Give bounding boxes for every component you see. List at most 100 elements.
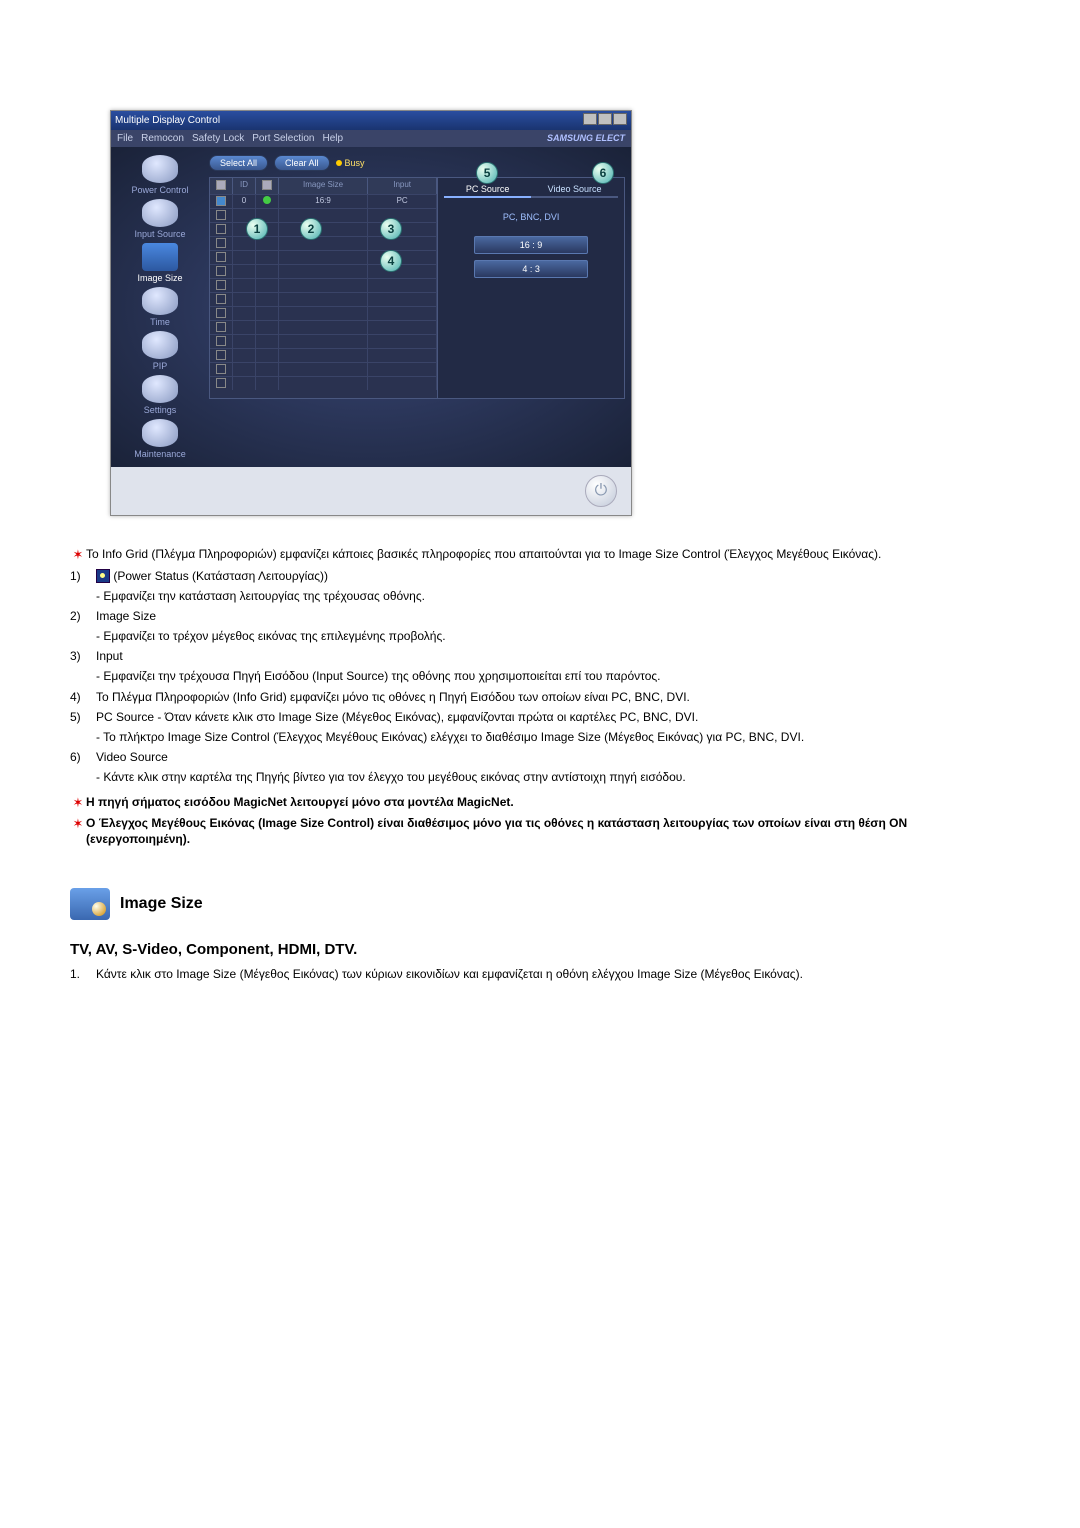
sidebar-item-power-control[interactable]: Power Control [115, 155, 205, 195]
menu-port-selection[interactable]: Port Selection [252, 133, 314, 144]
power-icon [142, 155, 178, 183]
subsection-title: TV, AV, S-Video, Component, HDMI, DTV. [70, 940, 1010, 960]
callout-marker-1: 1 [246, 218, 268, 240]
item-2-title: Image Size [96, 608, 1010, 624]
step-1-text: Κάντε κλικ στο Image Size (Μέγεθος Εικόν… [96, 966, 1010, 982]
callout-marker-6: 6 [592, 162, 614, 184]
image-size-section-icon [70, 888, 110, 920]
table-row [210, 264, 437, 278]
table-row [210, 278, 437, 292]
table-row [210, 250, 437, 264]
table-row [210, 208, 437, 222]
sidebar-item-maintenance[interactable]: Maintenance [115, 419, 205, 459]
window-controls[interactable] [582, 113, 627, 128]
settings-icon [142, 375, 178, 403]
item-6-num: 6) [70, 749, 96, 765]
brand-label: SAMSUNG ELECT [547, 133, 625, 144]
doc-body: ✶ Το Info Grid (Πλέγμα Πληροφοριών) εμφα… [70, 546, 1010, 982]
header-checkbox-icon[interactable] [216, 180, 226, 190]
window-title: Multiple Display Control [115, 115, 220, 126]
app-window: Multiple Display Control File Remocon Sa… [110, 110, 632, 516]
header-input: Input [368, 178, 437, 194]
item-3-title: Input [96, 648, 1010, 664]
clear-all-button[interactable]: Clear All [274, 155, 330, 171]
item-5-sub: - Το πλήκτρο Image Size Control (Έλεγχος… [96, 729, 1010, 745]
grid-right: PC Source Video Source PC, BNC, DVI 16 :… [437, 178, 624, 398]
callout-marker-3: 3 [380, 218, 402, 240]
star-icon: ✶ [73, 816, 84, 831]
image-size-icon [142, 243, 178, 271]
info-grid: ID Image Size Input 0 16:9 PC [209, 177, 625, 399]
menu-safety-lock[interactable]: Safety Lock [192, 133, 244, 144]
header-id: ID [233, 178, 256, 194]
busy-indicator: Busy [336, 158, 365, 168]
table-row [210, 362, 437, 376]
power-button-icon[interactable]: ⏻ [585, 475, 617, 507]
option-16-9[interactable]: 16 : 9 [474, 236, 588, 254]
section-title: Image Size [120, 893, 203, 915]
table-row [210, 376, 437, 390]
sidebar-item-settings[interactable]: Settings [115, 375, 205, 415]
sidebar-item-time[interactable]: Time [115, 287, 205, 327]
row-id: 0 [233, 194, 256, 208]
title-bar: Multiple Display Control [111, 111, 631, 130]
pip-icon [142, 331, 178, 359]
grid-left: ID Image Size Input 0 16:9 PC [210, 178, 437, 398]
section-head-image-size: Image Size [70, 888, 1010, 920]
sidebar-item-image-size[interactable]: Image Size [115, 243, 205, 283]
menu-help[interactable]: Help [322, 133, 343, 144]
table-row [210, 236, 437, 250]
option-4-3[interactable]: 4 : 3 [474, 260, 588, 278]
item-5-title: PC Source - Όταν κάνετε κλικ στο Image S… [96, 709, 1010, 725]
sidebar: Power Control Input Source Image Size Ti… [111, 147, 209, 467]
item-2-sub: - Εμφανίζει το τρέχον μέγεθος εικόνας τη… [96, 628, 1010, 644]
item-5-num: 5) [70, 709, 96, 725]
callout-marker-5: 5 [476, 162, 498, 184]
sidebar-item-pip[interactable]: PIP [115, 331, 205, 371]
menu-bar: File Remocon Safety Lock Port Selection … [111, 130, 631, 147]
item-1-sub: - Εμφανίζει την κατάσταση λειτουργίας τη… [96, 588, 1010, 604]
select-all-button[interactable]: Select All [209, 155, 268, 171]
intro-text: Το Info Grid (Πλέγμα Πληροφοριών) εμφανί… [86, 546, 1010, 562]
note-1: Η πηγή σήματος εισόδου MagicNet λειτουργ… [86, 794, 1010, 810]
item-1-title: (Power Status (Κατάσταση Λειτουργίας)) [96, 568, 1010, 584]
item-3-sub: - Εμφανίζει την τρέχουσα Πηγή Εισόδου (I… [96, 668, 1010, 684]
table-row [210, 222, 437, 236]
row-checkbox-icon[interactable] [216, 210, 226, 220]
menu-file[interactable]: File [117, 133, 133, 144]
tab-pc-source[interactable]: PC Source [444, 182, 531, 198]
item-6-title: Video Source [96, 749, 1010, 765]
source-list-label: PC, BNC, DVI [438, 212, 624, 222]
sidebar-item-input-source[interactable]: Input Source [115, 199, 205, 239]
grid-header: ID Image Size Input [210, 178, 437, 194]
row-input: PC [368, 194, 437, 208]
callout-marker-4: 4 [380, 250, 402, 272]
table-row [210, 320, 437, 334]
item-1-num: 1) [70, 568, 96, 584]
note-2: Ο Έλεγχος Μεγέθους Εικόνας (Image Size C… [86, 815, 1010, 847]
row-checkbox-icon[interactable] [216, 196, 226, 206]
main-panel: Select All Clear All Busy ID Image Size … [209, 147, 631, 467]
item-6-sub: - Κάντε κλικ στην καρτέλα της Πηγής βίντ… [96, 769, 1010, 785]
busy-dot-icon [336, 160, 342, 166]
menu-remocon[interactable]: Remocon [141, 133, 184, 144]
input-source-icon [142, 199, 178, 227]
tab-video-source[interactable]: Video Source [531, 182, 618, 198]
table-row [210, 334, 437, 348]
power-status-on-icon [263, 196, 271, 204]
item-4-title: Το Πλέγμα Πληροφοριών (Info Grid) εμφανί… [96, 689, 1010, 705]
app-footer: ⏻ [111, 467, 631, 515]
toolbar: Select All Clear All Busy [209, 155, 625, 171]
table-row [210, 292, 437, 306]
time-icon [142, 287, 178, 315]
callout-marker-2: 2 [300, 218, 322, 240]
power-status-icon [96, 569, 110, 583]
star-icon: ✶ [73, 547, 84, 562]
step-1-num: 1. [70, 966, 96, 982]
row-image-size: 16:9 [279, 194, 368, 208]
table-row [210, 306, 437, 320]
item-3-num: 3) [70, 648, 96, 664]
table-row[interactable]: 0 16:9 PC [210, 194, 437, 208]
star-icon: ✶ [73, 795, 84, 810]
header-image-size: Image Size [279, 178, 368, 194]
